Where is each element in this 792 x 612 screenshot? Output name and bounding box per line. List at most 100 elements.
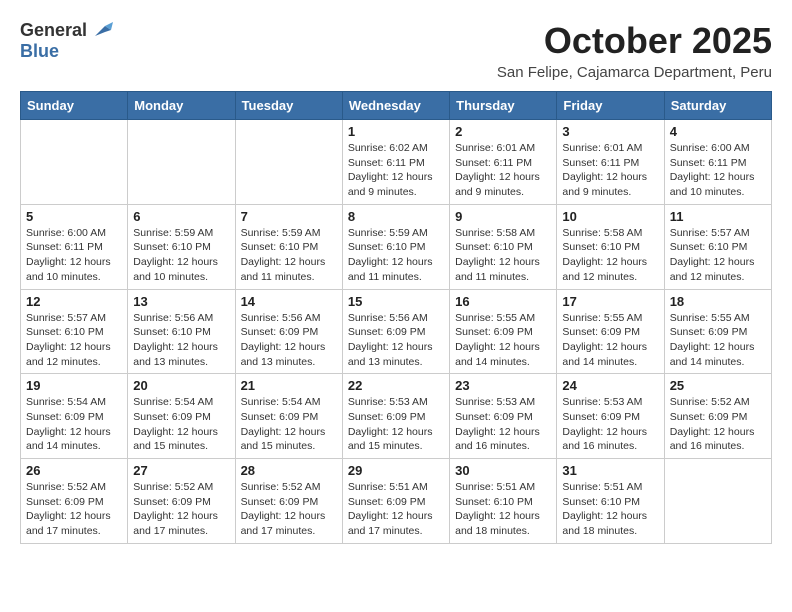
calendar-header-row: SundayMondayTuesdayWednesdayThursdayFrid… — [21, 92, 772, 120]
calendar-day-cell: 31Sunrise: 5:51 AMSunset: 6:10 PMDayligh… — [557, 459, 664, 544]
day-number: 29 — [348, 463, 444, 478]
day-number: 1 — [348, 124, 444, 139]
calendar-week-row: 12 Sunrise: 5:57 AMSunset: 6:10 PMDayligh… — [21, 289, 772, 374]
day-number: 22 — [348, 378, 444, 393]
calendar-week-row: 1 Sunrise: 6:02 AMSunset: 6:11 PMDaylight… — [21, 120, 772, 205]
day-number: 27 — [133, 463, 229, 478]
calendar-day-cell: 27Sunrise: 5:52 AMSunset: 6:09 PMDayligh… — [128, 459, 235, 544]
calendar-day-cell: 18 Sunrise: 5:55 AMSunset: 6:09 PMDayligh… — [664, 289, 771, 374]
calendar-day-cell: 9 Sunrise: 5:58 AMSunset: 6:10 PMDaylight… — [450, 204, 557, 289]
day-number: 28 — [241, 463, 337, 478]
day-info: Sunrise: 5:54 AMSunset: 6:09 PMDaylight:… — [26, 395, 122, 454]
location-subtitle: San Felipe, Cajamarca Department, Peru — [497, 64, 772, 81]
calendar-weekday-header: Saturday — [664, 92, 771, 120]
day-number: 10 — [562, 209, 658, 224]
day-info: Sunrise: 5:59 AMSunset: 6:10 PMDaylight:… — [348, 226, 444, 285]
day-number: 6 — [133, 209, 229, 224]
day-number: 23 — [455, 378, 551, 393]
calendar-day-cell: 23 Sunrise: 5:53 AMSunset: 6:09 PMDayligh… — [450, 374, 557, 459]
day-info: Sunrise: 6:00 AMSunset: 6:11 PMDaylight:… — [670, 141, 766, 200]
calendar-day-cell: 11Sunrise: 5:57 AMSunset: 6:10 PMDayligh… — [664, 204, 771, 289]
calendar-day-cell — [21, 120, 128, 205]
calendar-week-row: 26Sunrise: 5:52 AMSunset: 6:09 PMDayligh… — [21, 459, 772, 544]
day-info: Sunrise: 5:58 AMSunset: 6:10 PMDaylight:… — [562, 226, 658, 285]
calendar-weekday-header: Monday — [128, 92, 235, 120]
day-number: 3 — [562, 124, 658, 139]
logo: General Blue — [20, 20, 113, 62]
calendar-day-cell — [664, 459, 771, 544]
day-number: 2 — [455, 124, 551, 139]
calendar-weekday-header: Tuesday — [235, 92, 342, 120]
day-info: Sunrise: 5:59 AMSunset: 6:10 PMDaylight:… — [241, 226, 337, 285]
logo-blue-text: Blue — [20, 41, 59, 61]
day-number: 31 — [562, 463, 658, 478]
day-number: 19 — [26, 378, 122, 393]
calendar-day-cell: 25Sunrise: 5:52 AMSunset: 6:09 PMDayligh… — [664, 374, 771, 459]
day-info: Sunrise: 5:55 AMSunset: 6:09 PMDaylight:… — [455, 311, 551, 370]
logo-bird-icon — [91, 22, 113, 40]
calendar-day-cell: 14 Sunrise: 5:56 AMSunset: 6:09 PMDayligh… — [235, 289, 342, 374]
day-info: Sunrise: 5:54 AMSunset: 6:09 PMDaylight:… — [133, 395, 229, 454]
day-info: Sunrise: 5:54 AMSunset: 6:09 PMDaylight:… — [241, 395, 337, 454]
calendar-weekday-header: Thursday — [450, 92, 557, 120]
title-section: October 2025 San Felipe, Cajamarca Depar… — [497, 20, 772, 81]
calendar-day-cell: 26Sunrise: 5:52 AMSunset: 6:09 PMDayligh… — [21, 459, 128, 544]
calendar-day-cell: 28 Sunrise: 5:52 AMSunset: 6:09 PMDayligh… — [235, 459, 342, 544]
day-info: Sunrise: 5:55 AMSunset: 6:09 PMDaylight:… — [562, 311, 658, 370]
day-info: Sunrise: 5:51 AMSunset: 6:10 PMDaylight:… — [455, 480, 551, 539]
month-title: October 2025 — [497, 20, 772, 62]
calendar-day-cell: 24 Sunrise: 5:53 AMSunset: 6:09 PMDayligh… — [557, 374, 664, 459]
day-number: 21 — [241, 378, 337, 393]
calendar-day-cell: 10 Sunrise: 5:58 AMSunset: 6:10 PMDayligh… — [557, 204, 664, 289]
calendar-day-cell: 5 Sunrise: 6:00 AMSunset: 6:11 PMDaylight… — [21, 204, 128, 289]
day-info: Sunrise: 5:58 AMSunset: 6:10 PMDaylight:… — [455, 226, 551, 285]
day-info: Sunrise: 5:53 AMSunset: 6:09 PMDaylight:… — [455, 395, 551, 454]
calendar-day-cell — [128, 120, 235, 205]
day-info: Sunrise: 5:59 AMSunset: 6:10 PMDaylight:… — [133, 226, 229, 285]
calendar-day-cell: 20 Sunrise: 5:54 AMSunset: 6:09 PMDayligh… — [128, 374, 235, 459]
calendar-day-cell: 29 Sunrise: 5:51 AMSunset: 6:09 PMDayligh… — [342, 459, 449, 544]
page-header: General Blue October 2025 San Felipe, Ca… — [20, 20, 772, 81]
day-info: Sunrise: 5:57 AMSunset: 6:10 PMDaylight:… — [26, 311, 122, 370]
calendar-day-cell: 8Sunrise: 5:59 AMSunset: 6:10 PMDaylight… — [342, 204, 449, 289]
day-number: 5 — [26, 209, 122, 224]
day-info: Sunrise: 5:56 AMSunset: 6:09 PMDaylight:… — [348, 311, 444, 370]
day-info: Sunrise: 5:53 AMSunset: 6:09 PMDaylight:… — [562, 395, 658, 454]
calendar-day-cell: 19 Sunrise: 5:54 AMSunset: 6:09 PMDayligh… — [21, 374, 128, 459]
day-info: Sunrise: 6:01 AMSunset: 6:11 PMDaylight:… — [455, 141, 551, 200]
day-info: Sunrise: 5:53 AMSunset: 6:09 PMDaylight:… — [348, 395, 444, 454]
day-number: 30 — [455, 463, 551, 478]
calendar-weekday-header: Sunday — [21, 92, 128, 120]
calendar-day-cell: 13 Sunrise: 5:56 AMSunset: 6:10 PMDayligh… — [128, 289, 235, 374]
calendar-day-cell: 16 Sunrise: 5:55 AMSunset: 6:09 PMDayligh… — [450, 289, 557, 374]
day-number: 24 — [562, 378, 658, 393]
day-info: Sunrise: 5:52 AMSunset: 6:09 PMDaylight:… — [670, 395, 766, 454]
day-info: Sunrise: 5:52 AMSunset: 6:09 PMDaylight:… — [241, 480, 337, 539]
calendar-day-cell: 12 Sunrise: 5:57 AMSunset: 6:10 PMDayligh… — [21, 289, 128, 374]
day-number: 13 — [133, 294, 229, 309]
day-number: 18 — [670, 294, 766, 309]
calendar-day-cell: 15Sunrise: 5:56 AMSunset: 6:09 PMDayligh… — [342, 289, 449, 374]
day-number: 7 — [241, 209, 337, 224]
calendar-day-cell: 3Sunrise: 6:01 AMSunset: 6:11 PMDaylight… — [557, 120, 664, 205]
day-info: Sunrise: 5:51 AMSunset: 6:09 PMDaylight:… — [348, 480, 444, 539]
calendar-week-row: 19 Sunrise: 5:54 AMSunset: 6:09 PMDayligh… — [21, 374, 772, 459]
day-number: 20 — [133, 378, 229, 393]
calendar-day-cell: 21 Sunrise: 5:54 AMSunset: 6:09 PMDayligh… — [235, 374, 342, 459]
day-info: Sunrise: 6:00 AMSunset: 6:11 PMDaylight:… — [26, 226, 122, 285]
calendar-day-cell: 4 Sunrise: 6:00 AMSunset: 6:11 PMDaylight… — [664, 120, 771, 205]
calendar-weekday-header: Wednesday — [342, 92, 449, 120]
day-number: 11 — [670, 209, 766, 224]
day-info: Sunrise: 6:02 AMSunset: 6:11 PMDaylight:… — [348, 141, 444, 200]
day-number: 16 — [455, 294, 551, 309]
day-number: 12 — [26, 294, 122, 309]
day-info: Sunrise: 5:56 AMSunset: 6:10 PMDaylight:… — [133, 311, 229, 370]
calendar-day-cell: 22 Sunrise: 5:53 AMSunset: 6:09 PMDayligh… — [342, 374, 449, 459]
calendar-weekday-header: Friday — [557, 92, 664, 120]
day-number: 14 — [241, 294, 337, 309]
day-number: 9 — [455, 209, 551, 224]
day-number: 4 — [670, 124, 766, 139]
day-info: Sunrise: 5:55 AMSunset: 6:09 PMDaylight:… — [670, 311, 766, 370]
day-info: Sunrise: 5:56 AMSunset: 6:09 PMDaylight:… — [241, 311, 337, 370]
day-info: Sunrise: 5:52 AMSunset: 6:09 PMDaylight:… — [26, 480, 122, 539]
